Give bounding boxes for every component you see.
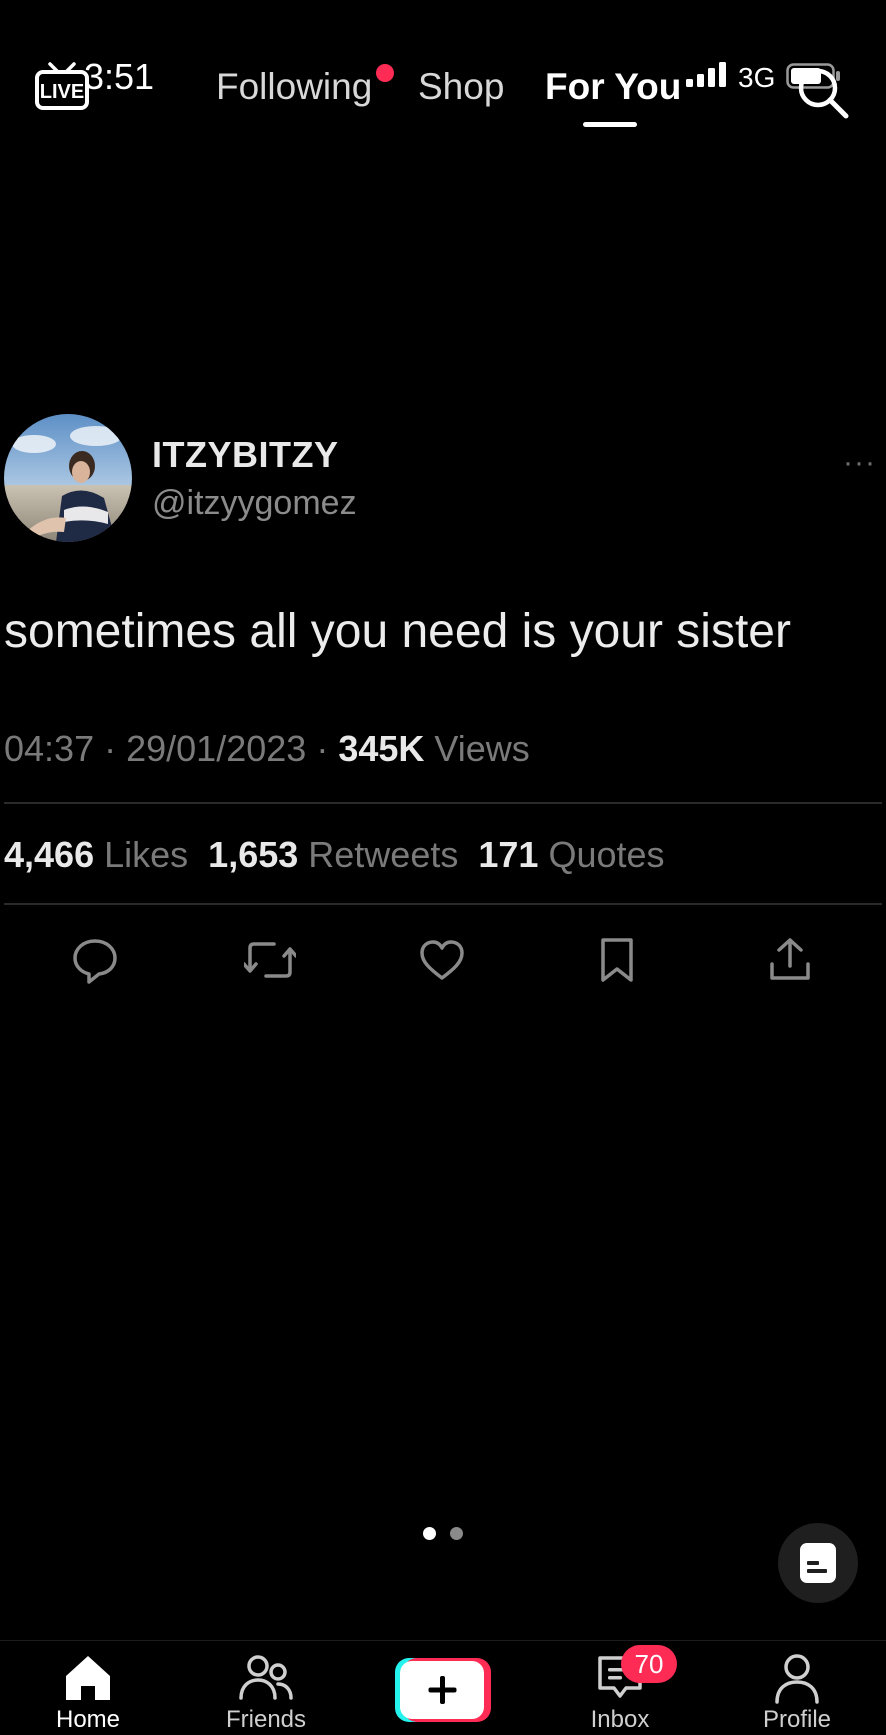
nav-profile[interactable]: Profile (737, 1652, 857, 1734)
following-notification-dot (376, 64, 394, 82)
create-button[interactable] (395, 1658, 491, 1722)
display-name[interactable]: ITZYBITZY (152, 434, 339, 476)
tab-shop[interactable]: Shop (418, 66, 504, 108)
profile-icon (775, 1654, 819, 1704)
divider (4, 802, 882, 804)
live-icon[interactable]: LIVE (34, 62, 90, 112)
likes-label[interactable]: Likes (104, 834, 188, 875)
status-time: 3:51 (84, 56, 155, 97)
quotes-count[interactable]: 171 (478, 834, 538, 875)
share-icon[interactable] (766, 936, 814, 984)
inbox-badge: 70 (621, 1645, 677, 1683)
retweets-label[interactable]: Retweets (308, 834, 458, 875)
tweet-stats: 4,466 Likes 1,653 Retweets 171 Quotes (4, 834, 665, 876)
meta-separator: · (316, 728, 339, 769)
nav-friends-label: Friends (225, 1706, 307, 1733)
tweet-time: 04:37 (4, 728, 95, 769)
network-type: 3G (738, 62, 776, 93)
tweet-text: sometimes all you need is your sister (4, 605, 791, 658)
friends-icon (239, 1655, 293, 1700)
carousel-dot-active[interactable] (423, 1527, 436, 1540)
divider (4, 903, 882, 905)
tab-for-you[interactable]: For You (545, 66, 681, 108)
quotes-label[interactable]: Quotes (548, 834, 664, 875)
create-icon (395, 1658, 491, 1722)
retweet-icon[interactable] (242, 936, 298, 984)
meta-separator: · (104, 728, 127, 769)
captions-button[interactable] (778, 1523, 858, 1603)
search-icon[interactable] (796, 66, 850, 120)
nav-home-label: Home (55, 1706, 121, 1733)
live-label: LIVE (40, 81, 84, 103)
more-options-icon[interactable]: ··· (843, 446, 876, 480)
views-count: 345K (338, 728, 425, 769)
signal-icon (686, 62, 728, 93)
nav-friends[interactable]: Friends (206, 1652, 326, 1734)
nav-inbox-label: Inbox (590, 1706, 650, 1733)
active-tab-indicator (583, 122, 637, 127)
nav-home[interactable]: Home (28, 1652, 148, 1734)
tweet-date: 29/01/2023 (126, 728, 307, 769)
bookmark-icon[interactable] (593, 936, 641, 984)
carousel-dot[interactable] (450, 1527, 463, 1540)
like-icon[interactable] (418, 936, 466, 984)
user-handle[interactable]: @itzyygomez (152, 484, 357, 523)
likes-count[interactable]: 4,466 (4, 834, 94, 875)
retweets-count[interactable]: 1,653 (208, 834, 298, 875)
tab-following[interactable]: Following (216, 66, 372, 108)
reply-icon[interactable] (71, 936, 119, 984)
tweet-meta: 04:37 · 29/01/2023 · 345K Views (4, 728, 530, 770)
avatar[interactable] (4, 414, 132, 542)
home-icon (66, 1656, 110, 1700)
views-label: Views (434, 728, 530, 769)
nav-profile-label: Profile (762, 1706, 832, 1733)
